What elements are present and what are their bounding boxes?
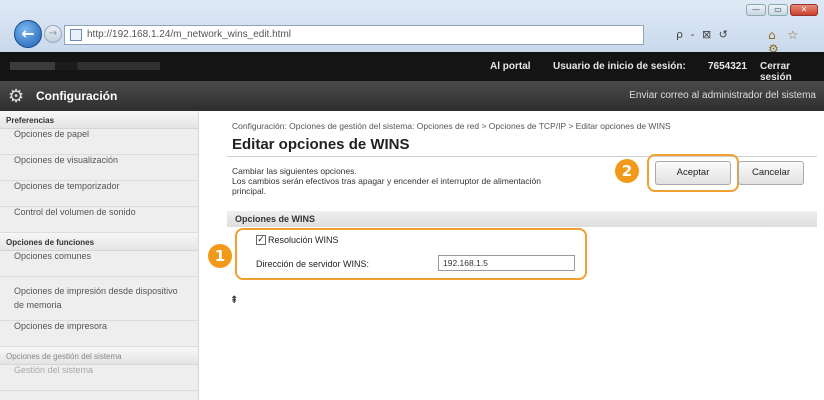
section-header: Opciones de WINS	[227, 211, 817, 227]
sidebar-section-preferences: Preferencias	[0, 111, 198, 129]
cancel-button[interactable]: Cancelar	[738, 161, 804, 185]
page-title: Editar opciones de WINS	[232, 136, 410, 153]
ok-button[interactable]: Aceptar	[655, 161, 731, 185]
description: Cambiar las siguientes opciones. Los cam…	[232, 166, 602, 196]
sidebar-item-paper[interactable]: Opciones de papel	[0, 129, 198, 155]
description-line: principal.	[232, 186, 267, 196]
sidebar-item-printer[interactable]: Opciones de impresora	[0, 321, 198, 347]
address-tools[interactable]: ρ - ⊠ ↺	[676, 28, 730, 41]
url-text: http://192.168.1.24/m_network_wins_edit.…	[87, 29, 292, 40]
main-content: Configuración: Opciones de gestión del s…	[199, 111, 824, 400]
breadcrumb: Configuración: Opciones de gestión del s…	[232, 121, 671, 131]
sidebar-section-system: Opciones de gestión del sistema	[0, 347, 198, 365]
sidebar-item-common[interactable]: Opciones comunes	[0, 251, 198, 277]
sidebar-item-volume[interactable]: Control del volumen de sonido	[0, 207, 198, 233]
step-badge-1: 1	[208, 244, 232, 268]
login-user-id: 7654321	[708, 61, 747, 72]
minimize-button[interactable]: —	[746, 4, 766, 16]
portal-link[interactable]: Al portal	[490, 61, 531, 72]
login-user-label: Usuario de inicio de sesión:	[553, 61, 686, 72]
address-bar[interactable]: http://192.168.1.24/m_network_wins_edit.…	[64, 25, 644, 45]
wins-resolution-label: Resolución WINS	[268, 235, 339, 245]
header-title: Configuración	[36, 89, 118, 103]
forward-arrow-icon[interactable]: →	[44, 25, 62, 43]
sidebar-section-functions: Opciones de funciones	[0, 233, 198, 251]
browser-chrome: — ▭ ✕ ← → http://192.168.1.24/m_network_…	[0, 0, 824, 56]
description-line: Los cambios serán efectivos tras apagar …	[232, 176, 542, 186]
device-topbar: Al portal Usuario de inicio de sesión: 7…	[0, 52, 824, 83]
device-name-blurred	[10, 62, 160, 70]
maximize-button[interactable]: ▭	[768, 4, 788, 16]
wins-server-input[interactable]: 192.168.1.5	[438, 255, 575, 271]
logout-link[interactable]: Cerrar sesión	[760, 61, 824, 83]
back-arrow-icon[interactable]: ←	[14, 20, 42, 48]
sidebar-item-memory-print[interactable]: Opciones de impresión desde dispositivo …	[0, 277, 198, 321]
settings-header: ⚙ Configuración Enviar correo al adminis…	[0, 81, 824, 111]
step-badge-2: 2	[615, 159, 639, 183]
scroll-top-icon[interactable]: ⇞	[230, 295, 238, 306]
sidebar: Preferencias Opciones de papel Opciones …	[0, 111, 199, 400]
close-window-button[interactable]: ✕	[790, 4, 818, 16]
mail-admin-link[interactable]: Enviar correo al administrador del siste…	[629, 90, 816, 101]
wins-resolution-row: ✓ Resolución WINS	[256, 235, 339, 245]
window-controls: — ▭ ✕	[746, 4, 818, 16]
sidebar-item-timer[interactable]: Opciones de temporizador	[0, 181, 198, 207]
wins-resolution-checkbox[interactable]: ✓	[256, 235, 266, 245]
description-line: Cambiar las siguientes opciones.	[232, 166, 357, 176]
wins-server-label: Dirección de servidor WINS:	[256, 259, 370, 269]
sidebar-item-system-management[interactable]: Gestión del sistema	[0, 365, 198, 391]
page-icon	[70, 29, 82, 41]
gear-icon: ⚙	[8, 86, 25, 107]
sidebar-item-display[interactable]: Opciones de visualización	[0, 155, 198, 181]
